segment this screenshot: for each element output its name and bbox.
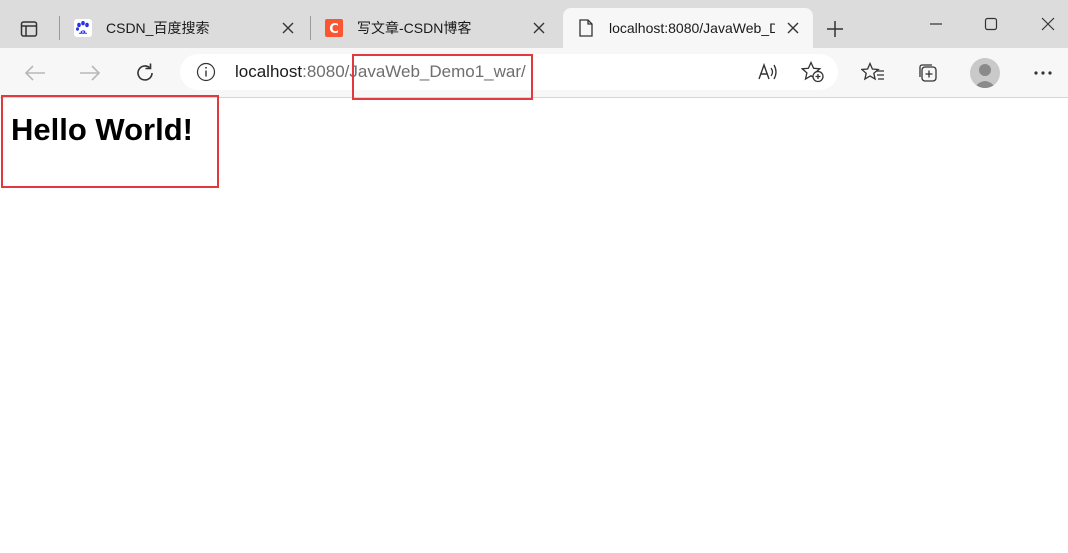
close-icon <box>787 22 799 34</box>
settings-more-button[interactable] <box>1028 58 1058 88</box>
svg-text:C: C <box>329 22 339 37</box>
url-path-highlight-box <box>352 54 533 100</box>
star-add-icon <box>801 61 824 83</box>
favorites-icon <box>861 62 884 81</box>
user-icon <box>974 64 996 88</box>
heading-highlight-box <box>1 95 219 188</box>
add-favorite-button[interactable] <box>800 60 826 84</box>
tab-title: CSDN_百度搜索 <box>106 20 210 36</box>
tab-strip: du CSDN_百度搜索 C 写文章-CSDN博客 localhost:8080… <box>0 0 1068 48</box>
tab-title: 写文章-CSDN博客 <box>357 20 472 36</box>
tab-baidu[interactable]: du CSDN_百度搜索 <box>60 8 308 48</box>
info-icon[interactable] <box>196 62 216 82</box>
back-button[interactable] <box>20 58 50 88</box>
read-aloud-icon <box>758 62 777 80</box>
close-icon <box>533 22 545 34</box>
csdn-logo-icon: C <box>325 19 343 37</box>
more-dots-icon <box>1034 71 1052 75</box>
tab-close-button[interactable] <box>783 18 803 38</box>
read-aloud-button[interactable] <box>755 60 781 84</box>
maximize-button[interactable] <box>976 10 1006 38</box>
close-icon <box>1041 17 1055 31</box>
plus-icon <box>827 21 843 37</box>
tab-actions-icon <box>20 21 38 37</box>
close-window-button[interactable] <box>1033 10 1063 38</box>
tab-localhost[interactable]: localhost:8080/JavaWeb_Demo1_war/ <box>563 8 813 48</box>
tab-close-button[interactable] <box>529 18 549 38</box>
profile-avatar[interactable] <box>970 58 1000 88</box>
maximize-icon <box>984 17 998 31</box>
minimize-icon <box>930 23 942 25</box>
refresh-button[interactable] <box>130 58 160 88</box>
baidu-paw-icon: du <box>74 19 92 37</box>
refresh-icon <box>137 63 153 81</box>
arrow-left-icon <box>24 65 45 81</box>
browser-toolbar: localhost:8080/JavaWeb_Demo1_war/ <box>0 48 1068 98</box>
page-icon <box>577 19 595 37</box>
forward-button[interactable] <box>75 58 105 88</box>
url-host: localhost <box>235 62 303 81</box>
svg-text:du: du <box>80 30 86 36</box>
tab-csdn-write[interactable]: C 写文章-CSDN博客 <box>311 8 559 48</box>
arrow-right-icon <box>80 65 101 81</box>
collections-button[interactable] <box>913 58 943 88</box>
favorites-button[interactable] <box>858 58 888 88</box>
tab-title: localhost:8080/JavaWeb_Demo1_war/ <box>609 20 775 36</box>
minimize-button[interactable] <box>921 10 951 38</box>
tab-close-button[interactable] <box>278 18 298 38</box>
collections-icon <box>919 64 937 82</box>
new-tab-button[interactable] <box>820 14 850 44</box>
close-icon <box>282 22 294 34</box>
tab-actions-button[interactable] <box>12 12 46 46</box>
